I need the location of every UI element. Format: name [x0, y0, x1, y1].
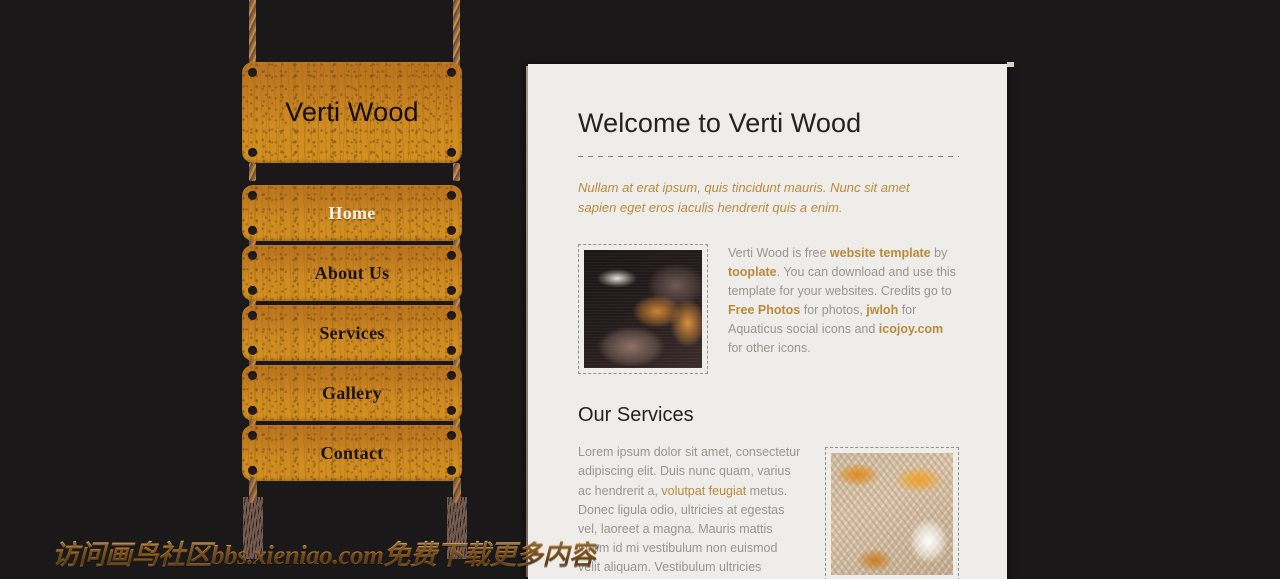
- rope-left-top: [249, 0, 256, 68]
- link-jwloh[interactable]: jwloh: [866, 303, 898, 317]
- credits-text-4: for photos,: [800, 303, 867, 318]
- rope-hole-icon: [248, 371, 257, 380]
- nav-item-label: Gallery: [321, 382, 383, 403]
- link-icojoy[interactable]: icojoy.com: [879, 322, 943, 336]
- link-volutpat-feugiat[interactable]: volutpat feugiat: [661, 484, 746, 498]
- site-title-plank: Verti Wood: [242, 62, 462, 163]
- rope-hole-icon: [248, 68, 257, 77]
- page-root: Verti Wood Home About Us Services Galler…: [0, 0, 1280, 579]
- image-frame-services: [825, 447, 959, 579]
- watermark-text: 访问画鸟社区bbs.xieniao.com免费下载更多内容: [52, 533, 596, 572]
- nav-item-about-us[interactable]: About Us: [242, 245, 462, 301]
- rope-hole-icon: [447, 68, 456, 77]
- rope-hole-icon: [447, 191, 456, 200]
- rope-hole-icon: [248, 431, 257, 440]
- nav-item-label: Contact: [320, 442, 384, 463]
- link-free-photos[interactable]: Free Photos: [728, 303, 800, 317]
- wooden-sign-nav: Verti Wood Home About Us Services Galler…: [0, 0, 520, 579]
- link-website-template[interactable]: website template: [830, 246, 931, 260]
- rope-hole-icon: [248, 466, 257, 475]
- rope-segment-left-1: [249, 163, 256, 181]
- nav-item-services[interactable]: Services: [242, 305, 462, 361]
- rope-hole-icon: [447, 346, 456, 355]
- rope-hole-icon: [248, 191, 257, 200]
- services-photo: [831, 453, 953, 576]
- rope-hole-icon: [447, 286, 456, 295]
- intro-paragraph: Nullam at erat ipsum, quis tincidunt mau…: [578, 180, 910, 216]
- rope-hole-icon: [248, 148, 257, 157]
- services-heading: Our Services: [578, 404, 694, 427]
- site-title: Verti Wood: [285, 97, 419, 127]
- services-paragraph: Lorem ipsum dolor sit amet, consectetur …: [578, 443, 801, 579]
- rope-hole-icon: [248, 311, 257, 320]
- credits-text-1: Verti Wood is free: [728, 246, 830, 261]
- nav-item-label: Services: [319, 322, 385, 343]
- credits-text-6: for other icons.: [728, 341, 811, 356]
- rope-right-top: [453, 0, 460, 68]
- rope-hole-icon: [447, 226, 456, 235]
- rope-hole-icon: [248, 346, 257, 355]
- rope-hole-icon: [447, 148, 456, 157]
- title-divider: [578, 156, 959, 157]
- credits-paragraph: Verti Wood is free website template by t…: [728, 244, 959, 374]
- nav-item-home[interactable]: Home: [242, 185, 462, 241]
- rope-hole-icon: [447, 251, 456, 260]
- nav-item-label: About Us: [314, 262, 390, 283]
- rope-hole-icon: [248, 226, 257, 235]
- page-title: Welcome to Verti Wood: [578, 108, 862, 138]
- credits-text-2: by: [930, 246, 948, 261]
- primary-photo: [584, 250, 702, 369]
- rope-hole-icon: [248, 286, 257, 295]
- rope-hole-icon: [248, 251, 257, 260]
- link-tooplate[interactable]: tooplate: [728, 265, 777, 279]
- nav-item-gallery[interactable]: Gallery: [242, 365, 462, 421]
- rope-hole-icon: [447, 431, 456, 440]
- rope-hole-icon: [447, 311, 456, 320]
- rope-hole-icon: [248, 406, 257, 415]
- rope-segment-right-1: [453, 163, 460, 181]
- rope-hole-icon: [447, 466, 456, 475]
- content-panel: Welcome to Verti Wood Nullam at erat ips…: [526, 62, 1014, 579]
- rope-hole-icon: [447, 406, 456, 415]
- rope-hole-icon: [447, 371, 456, 380]
- nav-item-contact[interactable]: Contact: [242, 425, 462, 481]
- credits-row: Verti Wood is free website template by t…: [578, 244, 959, 375]
- nav-item-label: Home: [328, 202, 376, 223]
- image-frame-primary: [578, 244, 708, 375]
- services-row: Lorem ipsum dolor sit amet, consectetur …: [578, 443, 959, 579]
